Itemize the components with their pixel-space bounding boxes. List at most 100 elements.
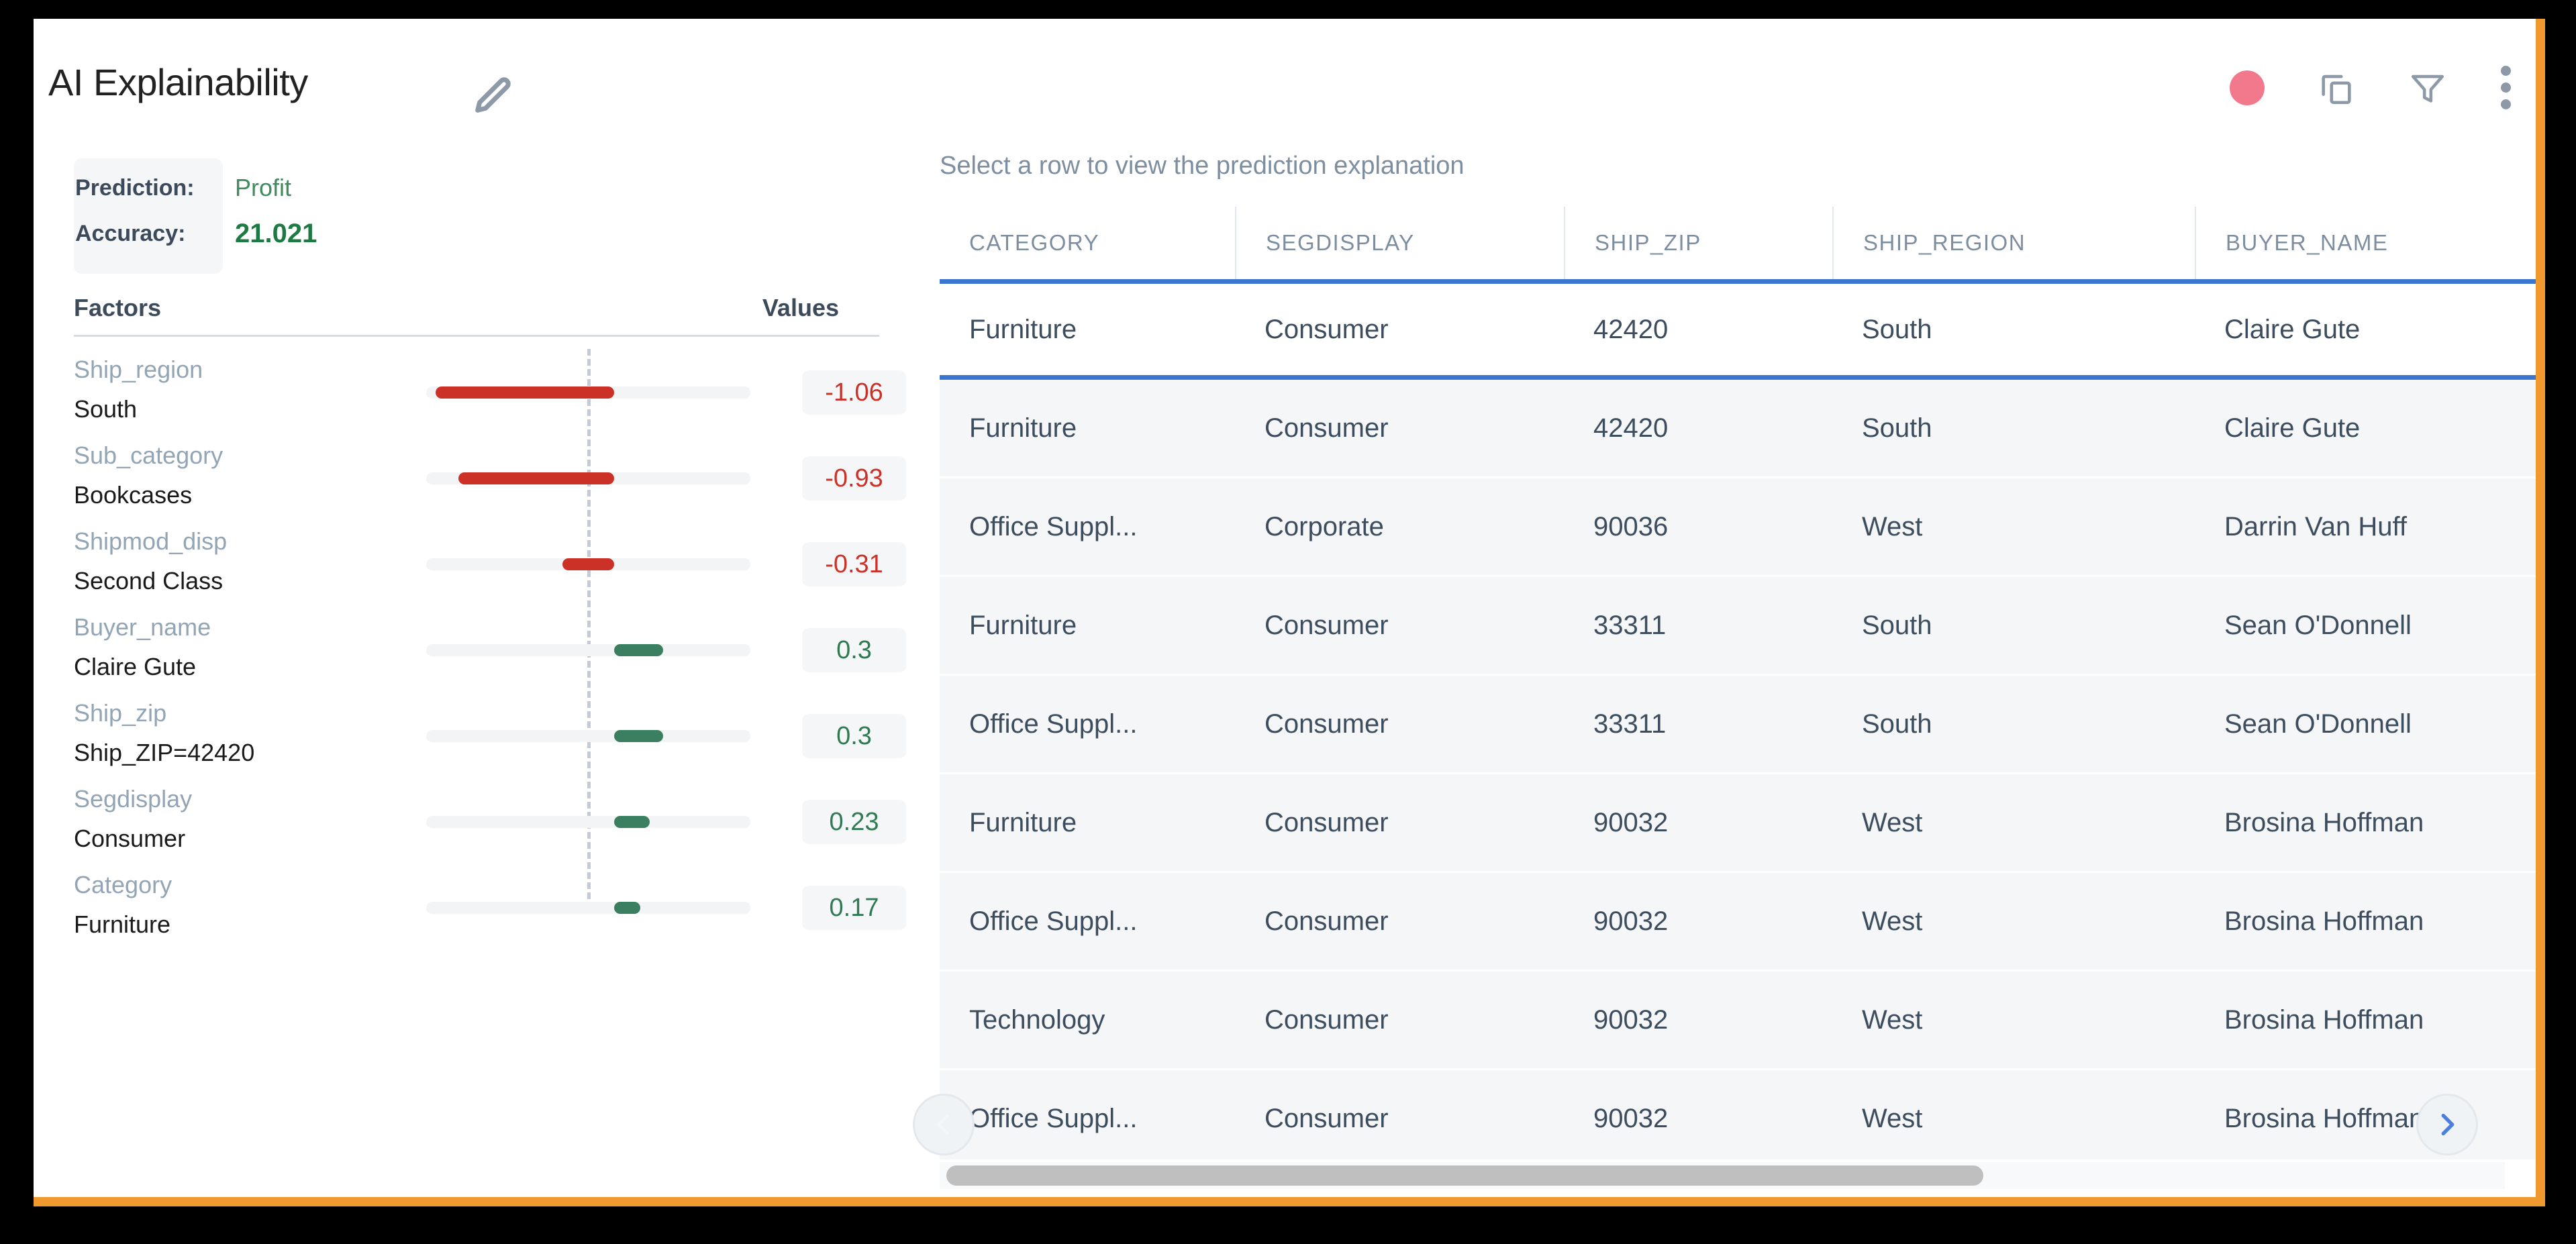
record-dot-icon[interactable]	[2230, 70, 2265, 105]
accuracy-value: 21.021	[235, 219, 317, 248]
table-cell: South	[1862, 610, 1932, 640]
factor-value-badge: 0.17	[802, 886, 906, 930]
factors-column-header: Factors	[74, 294, 162, 321]
table-hint-text: Select a row to view the prediction expl…	[940, 152, 1465, 180]
factor-text: Category Furniture	[74, 864, 423, 943]
ai-explainability-card: AI Explainability Prediction: Accuracy: …	[34, 19, 2545, 1206]
prediction-value: Profit	[235, 174, 292, 201]
table-cell: Brosina Hoffman	[2224, 906, 2424, 936]
factor-bar-fill	[562, 558, 615, 570]
table-cell: Furniture	[969, 610, 1077, 640]
factor-text: Ship_region South	[74, 349, 423, 428]
factor-bar-fill	[614, 902, 640, 914]
copy-icon[interactable]	[2317, 68, 2356, 107]
table-cell: Furniture	[969, 413, 1077, 443]
factor-value-badge: -0.93	[802, 456, 906, 501]
factor-value-badge: 0.3	[802, 628, 906, 672]
table-body: Furniture Consumer 42420 South Claire Gute Fu…	[940, 279, 2536, 1159]
factor-name: Ship_zip	[74, 699, 167, 727]
table-cell: Furniture	[969, 314, 1077, 344]
table-cell: 33311	[1593, 709, 1667, 739]
table-row[interactable]: Office Suppl... Consumer 33311 South Sean O'…	[940, 676, 2536, 772]
header-bar: AI Explainability	[34, 19, 2536, 133]
table-cell: 33311	[1593, 610, 1667, 640]
values-column-header: Values	[762, 294, 839, 321]
table-row[interactable]: Office Suppl... Consumer 90032 West Brosina …	[940, 873, 2536, 970]
factor-bar-track	[426, 902, 750, 914]
table-cell: 90036	[1593, 511, 1669, 541]
table-cell: Consumer	[1265, 807, 1389, 837]
more-vertical-icon[interactable]	[2499, 66, 2512, 109]
factor-value: Ship_ZIP=42420	[74, 739, 255, 766]
factor-name: Sub_category	[74, 442, 224, 469]
table-row[interactable]: Furniture Consumer 90032 West Brosina Hoffma…	[940, 774, 2536, 871]
table-cell: Furniture	[969, 807, 1077, 837]
factor-value-badge: 0.3	[802, 714, 906, 758]
table-row[interactable]: Office Suppl... Consumer 90032 West Brosina …	[940, 1070, 2536, 1159]
header-actions	[2230, 66, 2512, 109]
factor-bar-track	[426, 730, 750, 742]
factor-value: Consumer	[74, 825, 186, 852]
factor-text: Ship_zip Ship_ZIP=42420	[74, 692, 423, 772]
table-cell: Technology	[969, 1004, 1105, 1035]
table-cell: 90032	[1593, 1103, 1669, 1133]
factor-bar-track	[426, 386, 750, 399]
factor-bar-track	[426, 472, 750, 484]
factor-text: Shipmod_disp Second Class	[74, 521, 423, 600]
table-header-row: CATEGORY SEGDISPLAY SHIP_ZIP SHIP_REGION BUY…	[940, 207, 2536, 279]
table-row[interactable]: Furniture Consumer 33311 South Sean O'Donnel…	[940, 577, 2536, 674]
table-row[interactable]: Furniture Consumer 42420 South Claire Gute	[940, 380, 2536, 476]
table-row[interactable]: Office Suppl... Corporate 90036 West Darrin …	[940, 478, 2536, 575]
horizontal-scrollbar[interactable]	[940, 1162, 2505, 1189]
horizontal-scrollbar-thumb[interactable]	[946, 1165, 1983, 1186]
factor-name: Shipmod_disp	[74, 527, 228, 555]
table-cell: Office Suppl...	[969, 709, 1138, 739]
factor-text: Sub_category Bookcases	[74, 435, 423, 514]
filter-icon[interactable]	[2408, 68, 2447, 107]
table-cell: 90032	[1593, 906, 1669, 936]
column-header[interactable]: CATEGORY	[940, 207, 1235, 279]
table-row[interactable]: Furniture Consumer 42420 South Claire Gute	[940, 279, 2536, 380]
chevron-left-icon[interactable]	[913, 1094, 975, 1155]
factor-bar-fill	[614, 644, 663, 656]
prediction-label: Prediction:	[75, 175, 195, 201]
factor-name: Segdisplay	[74, 785, 193, 813]
factor-bar-fill	[436, 386, 615, 399]
table-cell: South	[1862, 314, 1932, 344]
chevron-right-icon[interactable]	[2416, 1094, 2478, 1155]
factors-table-header: Factors Values	[74, 294, 879, 337]
table-cell: Consumer	[1265, 314, 1389, 344]
table-cell: Darrin Van Huff	[2224, 511, 2407, 541]
factor-row: Ship_zip Ship_ZIP=42420 0.3	[74, 692, 906, 778]
factor-bar-track	[426, 644, 750, 656]
pencil-icon[interactable]	[470, 71, 517, 118]
table-cell: Office Suppl...	[969, 906, 1138, 936]
accuracy-label: Accuracy:	[75, 221, 186, 246]
table-cell: 90032	[1593, 1004, 1669, 1035]
factor-row: Segdisplay Consumer 0.23	[74, 778, 906, 864]
prediction-values: Profit 21.021	[235, 165, 317, 256]
factor-name: Category	[74, 871, 172, 898]
column-header[interactable]: BUYER_NAME	[2195, 207, 2536, 279]
column-header[interactable]: SHIP_REGION	[1832, 207, 2195, 279]
column-header[interactable]: SEGDISPLAY	[1235, 207, 1564, 279]
factor-value: Bookcases	[74, 481, 193, 509]
factor-bar-fill	[614, 730, 663, 742]
data-table-panel: Select a row to view the prediction expl…	[906, 133, 2536, 1197]
factor-bar-track	[426, 558, 750, 570]
table-cell: West	[1862, 511, 1923, 541]
factor-list: Ship_region South -1.06 Sub_category Bookcas…	[74, 349, 906, 950]
table-cell: South	[1862, 709, 1932, 739]
table-cell: West	[1862, 906, 1923, 936]
factor-row: Ship_region South -1.06	[74, 349, 906, 435]
column-header[interactable]: SHIP_ZIP	[1564, 207, 1832, 279]
table-cell: Consumer	[1265, 906, 1389, 936]
table-cell: Claire Gute	[2224, 314, 2361, 344]
table-row[interactable]: Technology Consumer 90032 West Brosina Hoffm…	[940, 972, 2536, 1068]
table-cell: West	[1862, 1103, 1923, 1133]
table-cell: Consumer	[1265, 709, 1389, 739]
factor-row: Shipmod_disp Second Class -0.31	[74, 521, 906, 607]
table-cell: Consumer	[1265, 1103, 1389, 1133]
factor-value: Claire Gute	[74, 653, 197, 680]
factor-value: Furniture	[74, 911, 171, 938]
